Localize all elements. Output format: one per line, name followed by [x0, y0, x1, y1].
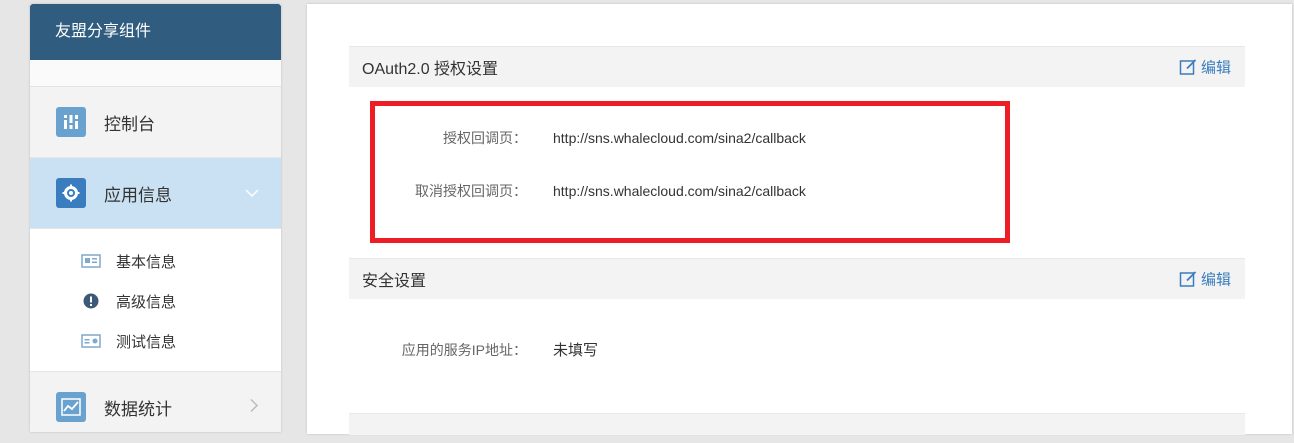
sidebar-title: 友盟分享组件 — [30, 4, 281, 60]
nav-item-label: 应用信息 — [104, 185, 172, 205]
sub-item-label: 高级信息 — [116, 293, 177, 311]
edit-icon — [1179, 58, 1197, 75]
oauth-section-header: OAuth2.0 授权设置 编辑 — [349, 46, 1245, 87]
sub-item-label: 测试信息 — [116, 333, 177, 351]
nav-item-label: 数据统计 — [104, 399, 172, 419]
card-icon — [80, 253, 102, 269]
chart-icon — [56, 392, 86, 422]
sub-item-test-info[interactable]: 测试信息 — [30, 321, 281, 361]
server-ip-row: 应用的服务IP地址： 未填写 — [342, 339, 598, 360]
chevron-down-icon — [245, 185, 259, 201]
dashboard-icon — [56, 107, 86, 137]
edit-icon — [1179, 270, 1197, 287]
oauth-edit-button[interactable]: 编辑 — [1179, 57, 1231, 78]
sidebar: 友盟分享组件 控制台 应用信息 基本信息 高级信息 测试信息 数据统计 — [30, 4, 281, 443]
alert-icon — [80, 293, 102, 309]
field-label: 应用的服务IP地址： — [401, 341, 527, 358]
nav-item-app-info[interactable]: 应用信息 — [30, 158, 281, 229]
app-info-subnav: 基本信息 高级信息 测试信息 — [30, 229, 281, 372]
oauth-section-title: OAuth2.0 授权设置 — [362, 61, 499, 78]
gear-icon — [56, 178, 86, 208]
sub-item-label: 基本信息 — [116, 253, 177, 271]
sub-item-basic-info[interactable]: 基本信息 — [30, 241, 281, 281]
field-value: 未填写 — [553, 342, 599, 359]
edit-label: 编辑 — [1200, 59, 1231, 77]
chevron-right-icon — [249, 398, 259, 416]
highlight-box — [370, 101, 1010, 243]
nav-item-label: 控制台 — [104, 114, 155, 134]
sub-item-advanced-info[interactable]: 高级信息 — [30, 281, 281, 321]
security-section-header: 安全设置 编辑 — [349, 258, 1245, 299]
main-panel: OAuth2.0 授权设置 编辑 授权回调页： http://sns.whale… — [307, 4, 1292, 435]
nav-item-dashboard[interactable]: 控制台 — [30, 87, 281, 158]
security-section-title: 安全设置 — [362, 273, 427, 290]
security-edit-button[interactable]: 编辑 — [1179, 269, 1231, 290]
nav-item-statistics[interactable]: 数据统计 — [30, 372, 281, 443]
edit-label: 编辑 — [1200, 271, 1231, 289]
id-card-icon — [80, 333, 102, 349]
sidebar-spacer — [30, 60, 281, 87]
